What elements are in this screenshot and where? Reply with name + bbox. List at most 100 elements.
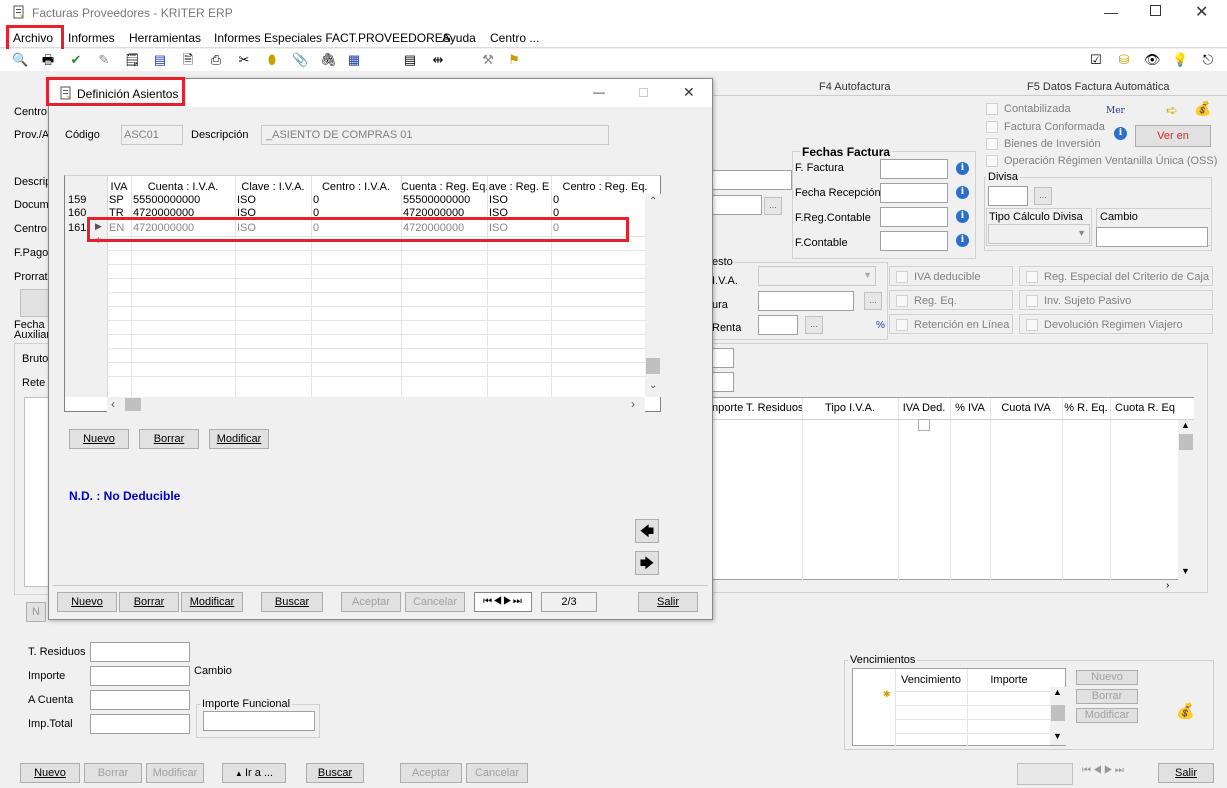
codigo-input[interactable]: ASC01 xyxy=(121,125,183,145)
borrar-button[interactable]: Borrar xyxy=(84,763,142,783)
scroll-up-icon[interactable]: ▲ xyxy=(1181,420,1190,430)
tax-grid-scroll-right-icon[interactable]: › xyxy=(1166,580,1169,591)
scroll-thumb[interactable] xyxy=(125,398,141,411)
grid-icon[interactable]: ▦ xyxy=(346,52,362,68)
docum-dots-button[interactable]: ... xyxy=(764,197,782,215)
nav-first-button[interactable]: ⏮◀▶⏭ xyxy=(1082,765,1142,783)
tag-icon[interactable]: ⬮ xyxy=(264,52,280,68)
close-icon[interactable]: ✕ xyxy=(1195,2,1208,22)
t-residuos-input[interactable] xyxy=(90,642,190,662)
iva-select[interactable]: ▼ xyxy=(758,266,876,286)
signpost-icon[interactable]: ⚑ xyxy=(506,52,522,68)
menu-ayuda[interactable]: Ayuda xyxy=(442,31,476,45)
a-cuenta-input[interactable] xyxy=(90,690,190,710)
scroll-up-icon[interactable]: ▲ xyxy=(1053,687,1062,697)
hammer-icon[interactable]: ⚒ xyxy=(480,52,496,68)
menu-informes-especiales[interactable]: Informes Especiales FACT.PROVEEDORES xyxy=(214,31,451,45)
col-clave-req[interactable]: ave : Reg. E xyxy=(487,181,551,193)
venc-col-importe[interactable]: Importe xyxy=(967,674,1051,686)
pencil-icon[interactable]: ✎ xyxy=(96,52,112,68)
scroll-up-icon[interactable]: ⌃ xyxy=(649,196,657,207)
maximize-icon[interactable] xyxy=(1150,5,1161,16)
info-icon-f-contable[interactable]: i xyxy=(956,234,969,247)
check-green-icon[interactable]: ✔ xyxy=(68,52,84,68)
arrow-right-button[interactable]: 🡆 xyxy=(635,551,659,575)
scroll-down-icon[interactable]: ▼ xyxy=(1181,566,1190,576)
tax-iva-ded-checkbox[interactable] xyxy=(918,419,930,431)
docum-input-partial[interactable] xyxy=(712,195,762,215)
attach-icon[interactable]: 🖇 xyxy=(320,52,337,68)
paperclip-icon[interactable]: 📎 xyxy=(292,52,308,68)
scroll-down-icon[interactable]: ⌄ xyxy=(649,380,657,391)
venc-col-vencimiento[interactable]: Vencimiento xyxy=(895,674,967,686)
tax-col-pct-req[interactable]: % R. Eq. xyxy=(1062,402,1110,414)
eye-icon[interactable]: 👁 xyxy=(1144,52,1161,68)
arrow-left-button[interactable]: 🡄 xyxy=(635,519,659,543)
checkbox-bienes-inversion[interactable] xyxy=(986,138,998,150)
asientos-hscroll[interactable]: ‹ › xyxy=(107,397,645,412)
ura-input[interactable] xyxy=(758,291,854,311)
arrow-right-yellow-icon[interactable]: ➪ xyxy=(1166,102,1178,119)
grid-modificar-button[interactable]: Modificar xyxy=(209,429,269,449)
scroll-thumb[interactable] xyxy=(1179,434,1193,450)
dialog-maximize-icon[interactable] xyxy=(639,88,648,97)
dlg-nuevo-button[interactable]: Nuevo xyxy=(57,592,117,612)
table-row[interactable]: 160 TR 4720000000 ISO 0 4720000000 ISO 0 xyxy=(65,207,647,217)
tax-col-iva-ded[interactable]: IVA Ded. xyxy=(898,402,950,414)
checkbox-iva-deducible[interactable] xyxy=(896,271,908,283)
scroll-left-icon[interactable]: ‹ xyxy=(111,397,115,411)
descrip-input-partial[interactable] xyxy=(712,170,792,190)
partial-nuevo-button[interactable]: N xyxy=(26,602,46,622)
tab-f5-datos[interactable]: F5 Datos Factura Automática xyxy=(1027,81,1169,93)
tax-col-residuos[interactable]: nporte T. Residuos xyxy=(712,402,802,414)
imp-total-input[interactable] xyxy=(90,714,190,734)
move-icon[interactable]: ⇹ xyxy=(430,52,446,68)
form-icon[interactable]: ▤ xyxy=(152,52,168,68)
checkbox-factura-conformada[interactable] xyxy=(986,121,998,133)
dlg-cancelar-button[interactable]: Cancelar xyxy=(405,592,465,612)
ir-a-button[interactable]: ▲ Ir a ... xyxy=(222,763,286,783)
exit-icon[interactable]: ⎋ xyxy=(1200,52,1216,68)
dialog-minimize-icon[interactable]: — xyxy=(593,85,605,99)
tipo-calculo-select[interactable]: ▼ xyxy=(988,224,1090,244)
checkbox-criterio-caja[interactable] xyxy=(1026,271,1038,283)
cambio-divisa-input[interactable] xyxy=(1096,227,1208,247)
checkbox-contabilizada[interactable] xyxy=(986,103,998,115)
salir-button[interactable]: Salir xyxy=(1158,763,1214,783)
grid-borrar-button[interactable]: Borrar xyxy=(139,429,199,449)
f-reg-contable-input[interactable] xyxy=(880,207,948,227)
buscar-button[interactable]: Buscar xyxy=(306,763,364,783)
menu-herramientas[interactable]: Herramientas xyxy=(129,31,201,45)
menu-centro[interactable]: Centro ... xyxy=(490,31,539,45)
dlg-modificar-button[interactable]: Modificar xyxy=(181,592,243,612)
dialog-close-icon[interactable]: ✕ xyxy=(683,84,695,101)
tax-col-tipo-iva[interactable]: Tipo I.V.A. xyxy=(802,402,898,414)
col-cuenta-req[interactable]: Cuenta : Reg. Eq. xyxy=(401,181,487,193)
left-gray-button[interactable] xyxy=(20,289,50,317)
scroll-down-icon[interactable]: ▼ xyxy=(1053,731,1062,741)
col-cuenta-iva[interactable]: Cuenta : I.V.A. xyxy=(131,181,235,193)
fecha-recepcion-input[interactable] xyxy=(880,183,948,203)
col-iva[interactable]: IVA xyxy=(107,181,131,193)
info-icon-fecha-recepcion[interactable]: i xyxy=(956,186,969,199)
modificar-button[interactable]: Modificar xyxy=(146,763,204,783)
col-centro-req[interactable]: Centro : Reg. Eq. xyxy=(551,181,659,193)
cancelar-button[interactable]: Cancelar xyxy=(466,763,528,783)
tax-col-pct-iva[interactable]: % IVA xyxy=(950,402,990,414)
dlg-nav-buttons[interactable]: ⏮◀▶⏭ xyxy=(474,592,532,612)
scroll-thumb[interactable] xyxy=(1051,705,1065,721)
descripcion-input[interactable]: _ASIENTO DE COMPRAS 01 xyxy=(261,125,609,145)
checkbox-oss[interactable] xyxy=(986,155,998,167)
asientos-vscroll[interactable]: ⌃ ⌄ xyxy=(645,194,661,397)
aceptar-button[interactable]: Aceptar xyxy=(400,763,462,783)
ura-dots-button[interactable]: ... xyxy=(864,292,882,310)
venc-grid-vscroll[interactable]: ▲ ▼ xyxy=(1050,687,1066,745)
ver-en-button[interactable]: Ver en xyxy=(1135,125,1211,147)
dlg-salir-button[interactable]: Salir xyxy=(638,592,698,612)
col-clave-iva[interactable]: Clave : I.V.A. xyxy=(235,181,311,193)
notes-icon[interactable]: 🗒 xyxy=(124,52,141,68)
minimize-icon[interactable]: — xyxy=(1104,4,1118,20)
checkbox-icon[interactable]: ☑ xyxy=(1088,52,1104,68)
tax-grid-vscroll[interactable]: ▲ ▼ xyxy=(1178,420,1194,580)
bulb-icon[interactable]: 💡 xyxy=(1172,52,1188,68)
